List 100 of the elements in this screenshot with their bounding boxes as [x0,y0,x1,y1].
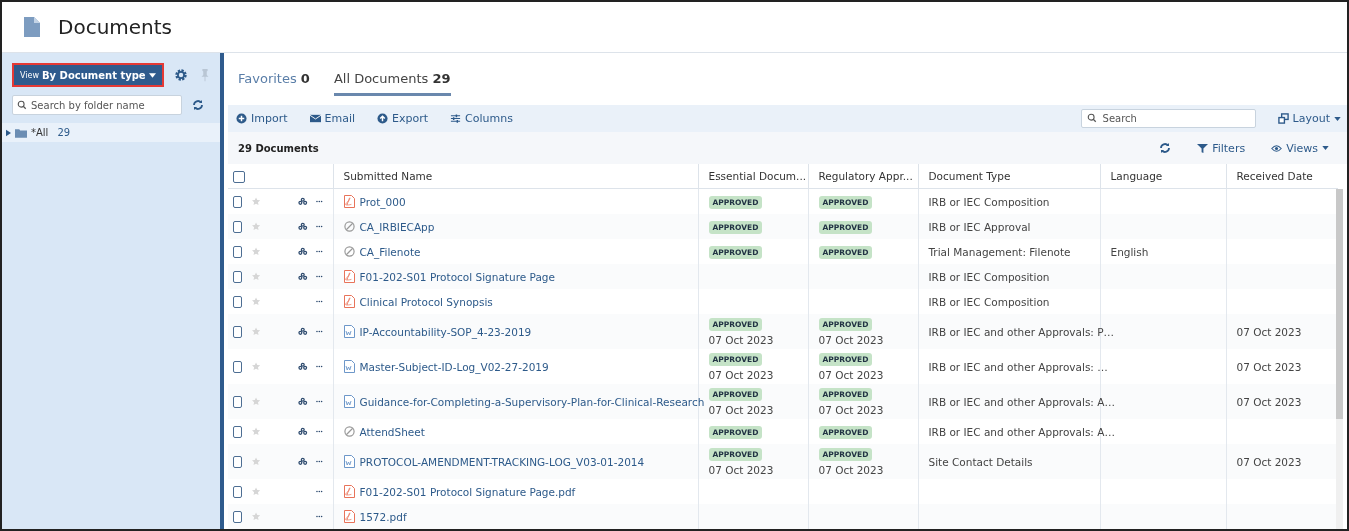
document-icon [24,17,40,37]
row-checkbox[interactable] [233,360,243,373]
star-icon[interactable] [252,271,261,282]
star-icon[interactable] [252,486,261,497]
star-icon[interactable] [252,396,261,407]
caret-icon [1322,146,1329,150]
document-type-cell: IRB or IEC and other Approvals: … [928,360,1108,373]
row-checkbox[interactable] [233,510,243,523]
approval-date: 07 Oct 2023 [818,334,885,346]
link-icon[interactable] [298,196,308,207]
refresh-icon[interactable] [1159,142,1172,154]
tab[interactable]: Favorites 0 [238,71,310,93]
row-checkbox[interactable] [233,325,243,338]
star-icon[interactable] [252,511,261,522]
row-checkbox[interactable] [233,245,243,258]
more-icon[interactable] [315,300,323,303]
document-type-cell: Site Contact Details [928,455,1033,468]
approval-date: 07 Oct 2023 [708,334,775,346]
row-checkbox[interactable] [233,455,243,468]
page-title: Documents [58,15,173,39]
link-icon[interactable] [298,456,308,467]
document-name-link[interactable]: 1572.pdf [359,510,407,523]
column-header[interactable]: Document Type [918,164,1100,189]
document-name-link[interactable]: Prot_000 [359,195,406,208]
row-checkbox[interactable] [233,195,243,208]
document-name-link[interactable]: F01-202-S01 Protocol Signature Page.pdf [359,485,576,498]
star-icon[interactable] [252,456,261,467]
link-icon[interactable] [298,221,308,232]
select-all-checkbox[interactable] [233,170,245,183]
row-checkbox[interactable] [233,220,243,233]
star-icon[interactable] [252,326,261,337]
more-icon[interactable] [315,515,323,518]
caret-icon [148,72,156,78]
row-checkbox[interactable] [233,270,243,283]
more-icon[interactable] [315,250,323,253]
more-icon[interactable] [315,400,323,403]
link-icon[interactable] [298,271,308,282]
document-name-link[interactable]: Clinical Protocol Synopsis [359,295,493,308]
toolbar-button[interactable]: Email [309,112,356,125]
document-name-link[interactable]: CA_IRBIECApp [359,220,435,233]
star-icon[interactable] [252,361,261,372]
document-type-cell: IRB or IEC Approval [928,220,1031,233]
filters-button[interactable]: Filters [1197,141,1246,155]
star-icon[interactable] [252,196,261,207]
search-field[interactable]: Search [1080,109,1256,128]
link-icon[interactable] [298,326,308,337]
received-date-cell: 07 Oct 2023 [1236,455,1302,468]
star-icon[interactable] [252,246,261,257]
view-by-button[interactable]: View By Document type [12,63,164,87]
row-checkbox[interactable] [233,295,243,308]
toolbar-button[interactable]: Export [377,112,429,125]
more-icon[interactable] [315,490,323,493]
more-icon[interactable] [315,200,323,203]
document-name-link[interactable]: IP-Accountability-SOP_4-23-2019 [359,325,532,338]
folder-search-field[interactable]: Search by folder name [12,95,182,115]
column-header[interactable]: Essential Docum... [698,164,808,189]
more-icon[interactable] [315,460,323,463]
document-name-link[interactable]: CA_Filenote [359,245,421,258]
column-header[interactable]: Regulatory Appr... [808,164,918,189]
more-icon[interactable] [315,430,323,433]
row-checkbox[interactable] [233,425,243,438]
approval-date: 07 Oct 2023 [708,369,775,381]
more-icon[interactable] [315,275,323,278]
column-header[interactable]: Received Date [1226,164,1338,189]
link-icon[interactable] [298,361,308,372]
more-icon[interactable] [315,330,323,333]
link-icon[interactable] [298,396,308,407]
link-icon[interactable] [298,246,308,257]
star-icon[interactable] [252,296,261,307]
approval-date: 07 Oct 2023 [818,369,885,381]
funnel-icon [1197,142,1209,154]
eye-icon [1271,142,1283,154]
toolbar-button[interactable]: Import [236,112,288,125]
tab[interactable]: All Documents 29 [333,71,451,96]
link-icon[interactable] [298,426,308,437]
views-button[interactable]: Views [1271,141,1329,155]
more-icon[interactable] [315,365,323,368]
document-type-cell: IRB or IEC Composition [928,195,1050,208]
received-date-cell: 07 Oct 2023 [1236,360,1302,373]
folder-label[interactable]: *All [31,127,49,138]
scrollbar[interactable] [1336,189,1343,529]
settings-icon[interactable] [173,68,188,82]
column-header[interactable]: Submitted Name [333,164,698,189]
folder-icon [15,127,27,138]
star-icon[interactable] [252,221,261,232]
refresh-icon[interactable] [192,99,204,111]
document-name-link[interactable]: Master-Subject-ID-Log_V02-27-2019 [359,360,549,373]
row-checkbox[interactable] [233,485,243,498]
document-name-link[interactable]: AttendSheet [359,425,425,438]
document-name-link[interactable]: Guidance-for-Completing-a-Supervisory-Plan-for-Clinical-Research [359,395,705,408]
column-header[interactable]: Language [1100,164,1226,189]
row-checkbox[interactable] [233,395,243,408]
expand-arrow-icon[interactable] [6,128,11,137]
more-icon[interactable] [315,225,323,228]
layout-button[interactable]: Layout [1277,112,1341,125]
search-icon [17,100,27,110]
star-icon[interactable] [252,426,261,437]
toolbar-button[interactable]: Columns [450,112,513,125]
approval-date: 07 Oct 2023 [708,404,775,416]
document-type-cell: IRB or IEC Composition [928,270,1050,283]
